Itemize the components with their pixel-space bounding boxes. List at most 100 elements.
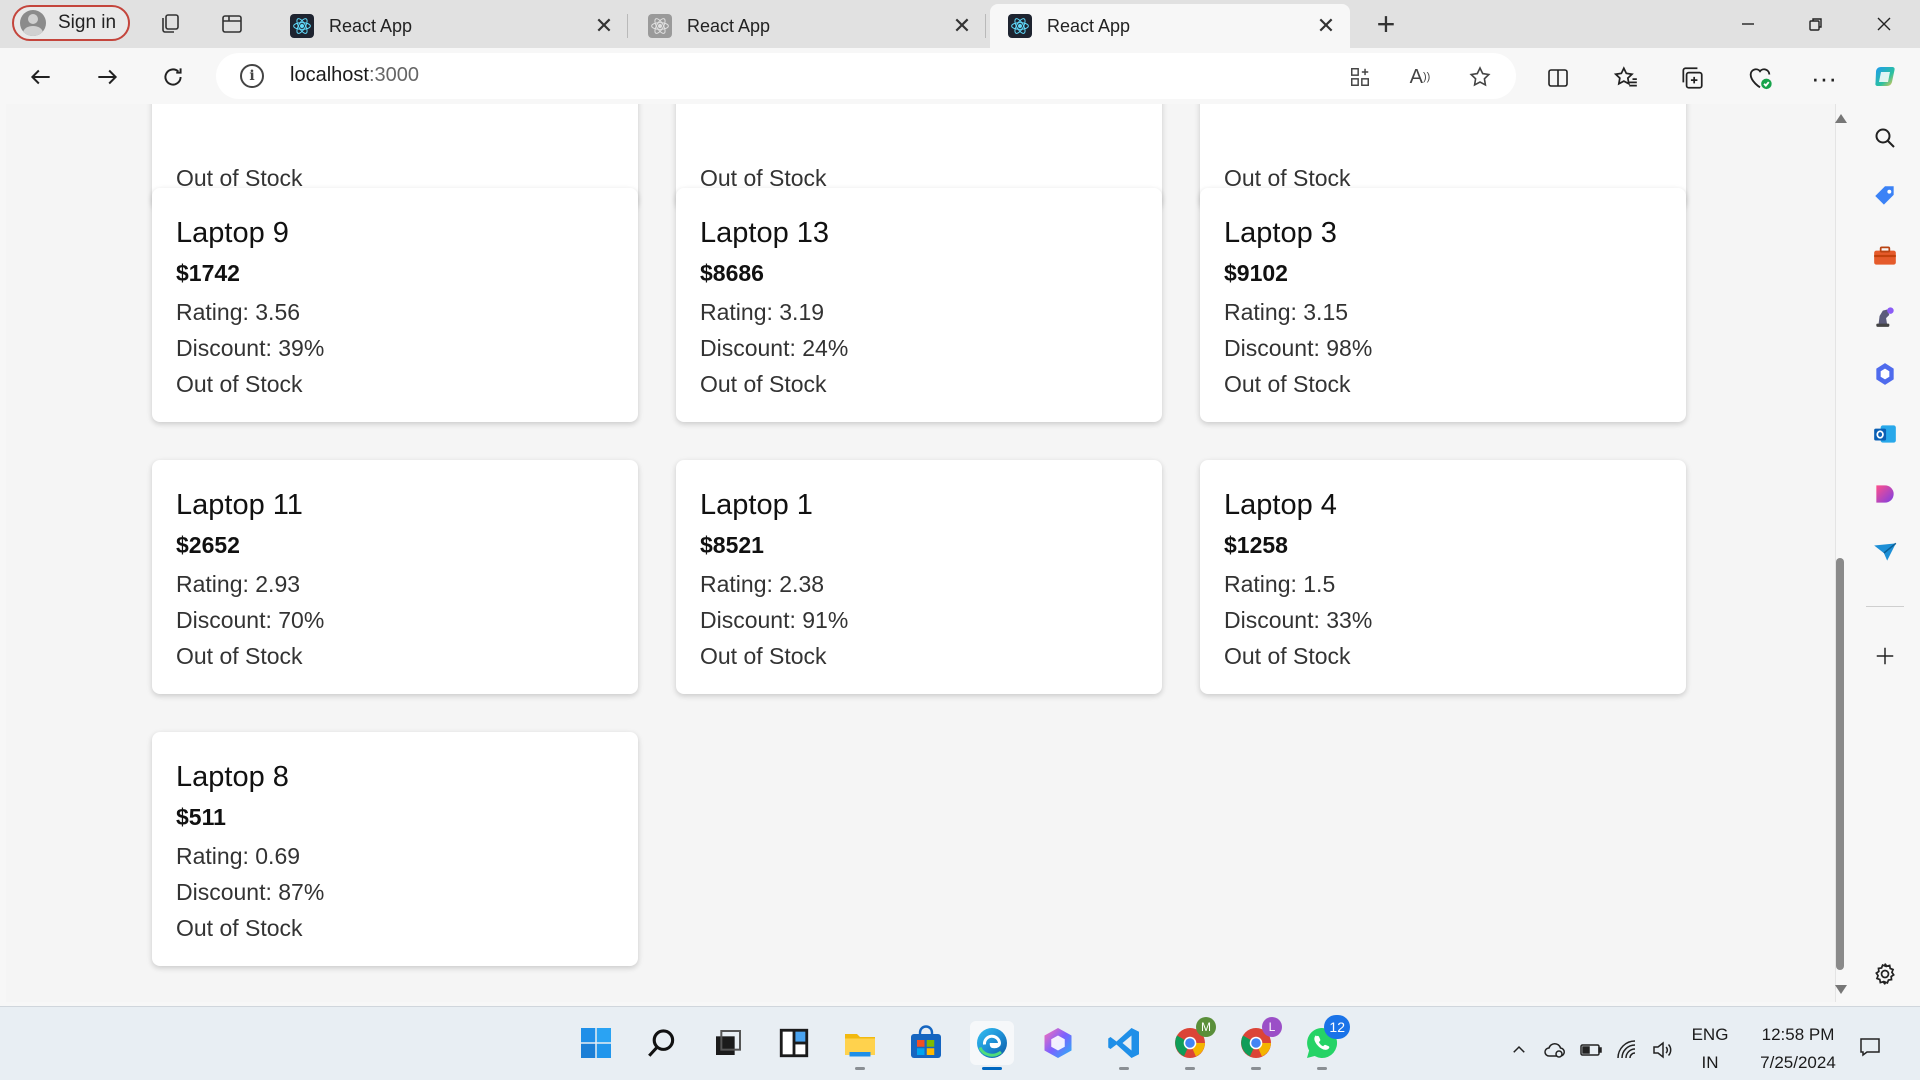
collections-icon[interactable] [1676,62,1708,94]
copilot-icon[interactable] [1870,62,1902,94]
forward-button[interactable] [90,60,124,94]
notification-count-badge: 12 [1324,1015,1350,1039]
scroll-down-arrow-icon[interactable] [1835,985,1847,994]
system-clock[interactable]: 12:58 PM 7/25/2024 [1738,1021,1858,1077]
product-discount: Discount: 98% [1224,335,1373,361]
wifi-icon[interactable] [1614,1037,1640,1063]
back-button[interactable] [24,60,58,94]
tab-1[interactable]: React App ✕ [272,4,628,48]
product-name: Laptop 13 [700,217,830,249]
product-price: $9102 [1224,260,1288,286]
profile-avatar-icon [20,10,46,36]
running-indicator [1119,1067,1129,1070]
m365-icon[interactable] [1869,358,1901,390]
minimize-button[interactable] [1728,8,1768,40]
file-explorer-icon[interactable] [838,1021,882,1070]
vscode-icon[interactable] [1102,1021,1146,1070]
search-icon[interactable] [1869,122,1901,154]
volume-icon[interactable] [1650,1037,1676,1063]
chrome-profile-l-icon[interactable]: L [1234,1017,1282,1070]
active-indicator [982,1067,1002,1070]
product-card: Laptop 1 $8521 Rating: 2.38 Discount: 91… [676,460,1162,694]
chrome-profile-m-icon[interactable]: M [1168,1017,1216,1070]
tab-3-active[interactable]: React App ✕ [990,4,1350,48]
page-scrollbar[interactable] [1834,110,1848,996]
close-tab-icon[interactable]: ✕ [1314,13,1338,38]
close-tab-icon[interactable]: ✕ [592,13,616,38]
product-card: Laptop 4 $1258 Rating: 1.5 Discount: 33%… [1200,460,1686,694]
onedrive-cloud-icon[interactable] [1542,1037,1568,1063]
shopping-tag-icon[interactable] [1869,180,1901,212]
site-info-icon[interactable]: i [240,64,264,88]
tab-2[interactable]: React App ✕ [630,4,986,48]
url-text: localhost:3000 [290,64,419,86]
clock-time: 12:58 PM [1761,1025,1835,1044]
product-rating: Rating: 3.56 [176,299,301,325]
windows-start-icon[interactable] [574,1021,618,1065]
windows-taskbar: M L 12 ENG IN 12:58 PM 7/25/2024 [0,1006,1920,1080]
product-card: Laptop 13 $8686 Rating: 3.19 Discount: 2… [676,188,1162,422]
running-indicator [1251,1067,1261,1070]
running-indicator [1185,1067,1195,1070]
profile-badge: M [1196,1017,1216,1037]
search-icon[interactable] [640,1021,684,1065]
browser-essentials-icon[interactable] [1744,62,1776,94]
sidebar-settings-gear-icon[interactable] [1869,958,1901,990]
product-card: Laptop 8 $511 Rating: 0.69 Discount: 87%… [152,732,638,966]
show-hidden-icons-chevron-icon[interactable] [1506,1037,1532,1063]
favorites-icon[interactable] [1610,62,1642,94]
workspaces-icon[interactable] [156,10,184,38]
product-discount: Discount: 70% [176,607,325,633]
edge-browser-icon[interactable] [970,1021,1014,1070]
microsoft-store-icon[interactable] [904,1021,948,1065]
product-price: $511 [176,804,226,830]
settings-more-icon[interactable]: ··· [1808,62,1840,94]
restore-button[interactable] [1796,8,1836,40]
send-arrow-icon[interactable] [1869,536,1901,568]
scrollbar-thumb[interactable] [1836,558,1844,970]
react-favicon-icon [290,14,314,38]
product-rating: Rating: 1.5 [1224,571,1336,597]
battery-icon[interactable] [1578,1037,1604,1063]
games-icon[interactable] [1869,300,1901,332]
product-card: Laptop 9 $1742 Rating: 3.56 Discount: 39… [152,188,638,422]
notification-center-icon[interactable] [1856,1033,1884,1061]
task-view-icon[interactable] [706,1021,750,1065]
product-discount: Discount: 91% [700,607,849,633]
favorite-star-icon[interactable] [1466,63,1494,91]
tab-title: React App [329,15,413,36]
designer-icon[interactable] [1869,478,1901,510]
stock-status: Out of Stock [176,915,303,941]
scroll-up-arrow-icon[interactable] [1835,114,1847,123]
split-screen-icon[interactable] [1542,62,1574,94]
product-name: Laptop 8 [176,761,289,793]
stock-status: Out of Stock [1224,371,1351,397]
product-price: $1258 [1224,532,1288,558]
copilot-app-icon[interactable] [1036,1021,1080,1065]
stock-status: Out of Stock [700,371,827,397]
tab-title: React App [1047,15,1131,36]
widgets-icon[interactable] [772,1021,816,1065]
refresh-button[interactable] [156,60,190,94]
address-bar[interactable]: i localhost:3000 A)) [216,53,1516,99]
close-window-button[interactable] [1864,8,1904,40]
input-language-indicator[interactable]: ENG IN [1690,1021,1730,1077]
tools-briefcase-icon[interactable] [1869,240,1901,272]
whatsapp-icon[interactable]: 12 [1300,1015,1350,1070]
react-favicon-icon [648,14,672,38]
close-tab-icon[interactable]: ✕ [950,13,974,38]
product-rating: Rating: 2.38 [700,571,825,597]
edge-sidebar [1850,104,1920,1004]
product-discount: Discount: 33% [1224,607,1373,633]
product-rating: Rating: 2.93 [176,571,301,597]
apps-icon[interactable] [1346,63,1374,91]
tab-actions-icon[interactable] [218,10,246,38]
product-card: Laptop 11 $2652 Rating: 2.93 Discount: 7… [152,460,638,694]
product-rating: Rating: 0.69 [176,843,301,869]
add-sidebar-app-icon[interactable] [1869,640,1901,672]
product-discount: Discount: 87% [176,879,325,905]
new-tab-button[interactable]: + [1370,6,1402,42]
outlook-icon[interactable] [1869,418,1901,450]
sign-in-button[interactable]: Sign in [12,5,130,41]
read-aloud-icon[interactable]: A)) [1406,63,1434,91]
